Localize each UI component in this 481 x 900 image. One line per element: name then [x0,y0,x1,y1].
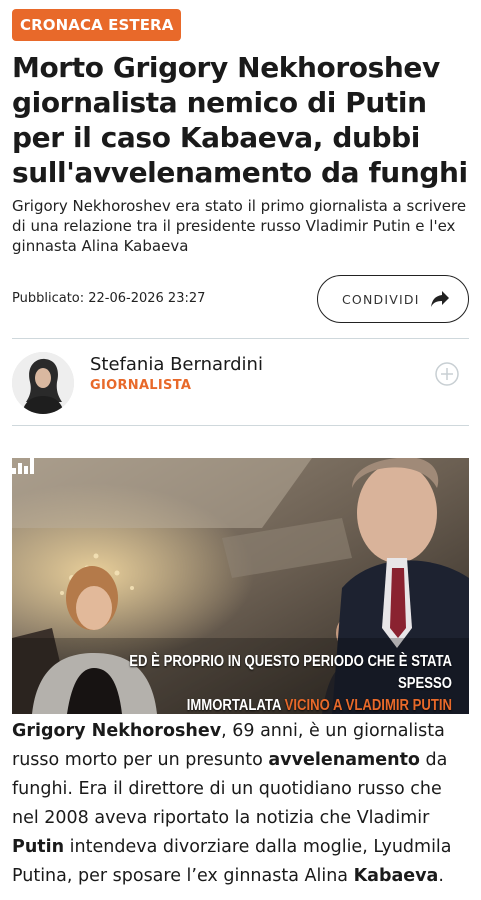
author-name[interactable]: Stefania Bernardini [90,354,263,375]
article-body-paragraph: Grigory Nekhoroshev, 69 anni, è un giorn… [12,717,472,891]
caption-line-2-plain: IMMORTALATA [186,697,285,714]
bars-logo-icon [12,458,34,474]
divider-top [12,338,469,339]
link-name-nekhoroshev[interactable]: Grigory Nekhoroshev [12,721,221,741]
body-text-d: . [438,866,444,886]
keyword-putin[interactable]: Putin [12,837,64,857]
publish-date: Pubblicato: 22-06-2026 23:27 [12,291,206,306]
category-badge[interactable]: CRONACA ESTERA [12,9,182,41]
divider-bottom [12,425,469,426]
keyword-kabaeva[interactable]: Kabaeva [354,866,439,886]
caption-line-2: IMMORTALATA VICINO A VLADIMIR PUTIN [124,695,452,714]
hero-image[interactable]: ED È PROPRIO IN QUESTO PERIODO CHE È STA… [12,458,469,714]
hero-caption: ED È PROPRIO IN QUESTO PERIODO CHE È STA… [124,651,452,714]
caption-line-1: ED È PROPRIO IN QUESTO PERIODO CHE È STA… [129,653,452,692]
plus-circle-icon[interactable] [435,362,459,386]
keyword-avvelenamento[interactable]: avvelenamento [268,750,420,770]
share-button[interactable]: CONDIVIDI [317,275,469,323]
author-avatar[interactable] [12,352,74,414]
article-headline: Morto Grigory Nekhoroshev giornalista ne… [12,51,468,189]
article-subtitle: Grigory Nekhoroshev era stato il primo g… [12,197,467,255]
share-arrow-icon [431,291,449,307]
author-role: GIORNALISTA [90,378,192,393]
caption-line-2-highlight: VICINO A VLADIMIR PUTIN [284,697,452,714]
share-button-label: CONDIVIDI [342,291,420,307]
article-page: CRONACA ESTERA Morto Grigory Nekhoroshev… [0,0,481,900]
